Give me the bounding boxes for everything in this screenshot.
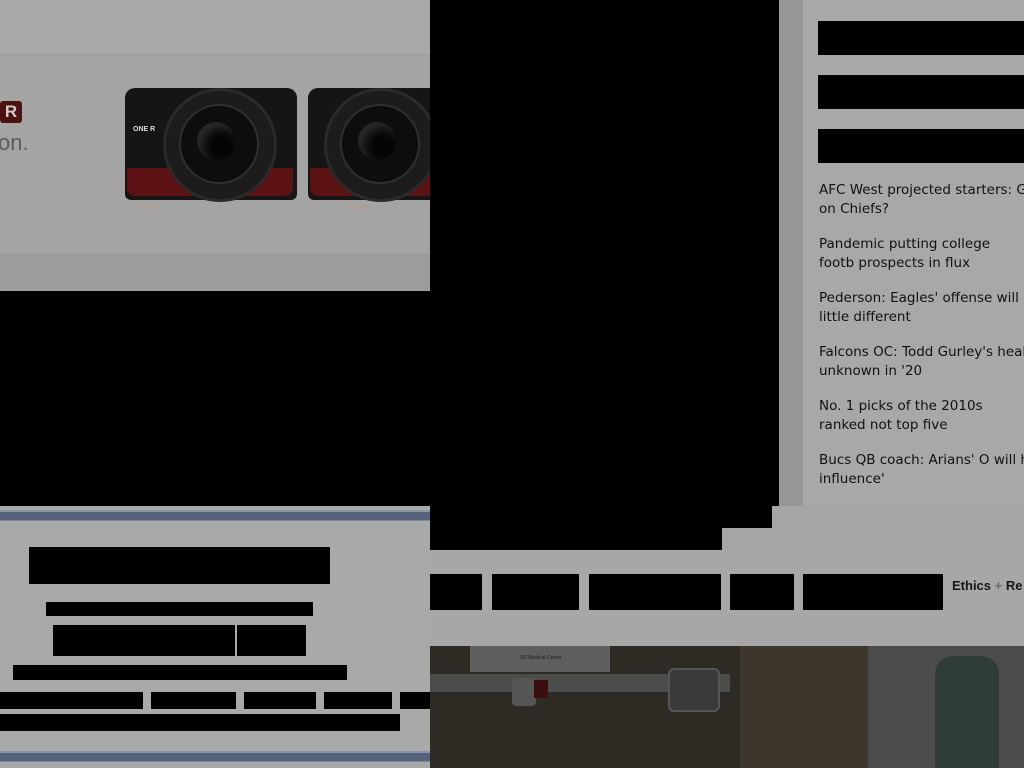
- nav-ethics-label: Ethics: [952, 578, 992, 593]
- headline-link[interactable]: No. 1 picks of the 2010s ranked not top …: [819, 397, 1024, 435]
- redacted-link[interactable]: [0, 692, 143, 709]
- redacted-headline[interactable]: [818, 129, 1024, 163]
- redacted-text: [0, 714, 400, 731]
- panel-border-bottom: [0, 751, 430, 762]
- column-gutter: [779, 0, 803, 506]
- redacted-text: [13, 665, 347, 680]
- redacted-title: [29, 547, 330, 584]
- redacted-text: [46, 602, 313, 616]
- headline-link[interactable]: AFC West projected starters: G on Chiefs…: [819, 181, 1024, 219]
- photo-device: [512, 678, 536, 706]
- camera-image-1: ONE R Insta360: [125, 64, 300, 224]
- camera-image-2: Insta360: [308, 64, 430, 224]
- nav-next-label: Re: [1005, 578, 1023, 593]
- photo-board: [935, 656, 999, 768]
- headline-link[interactable]: Pandemic putting college footb prospects…: [819, 235, 1024, 273]
- camera-ad[interactable]: R on. ONE R Insta360 Insta360: [0, 0, 430, 291]
- ad-brand-logo: R: [0, 101, 22, 123]
- camera-brand-label-2: Insta360: [344, 204, 371, 211]
- photo-device-red: [534, 680, 548, 698]
- panel-border-top: [0, 510, 430, 521]
- redacted-region: [430, 506, 772, 528]
- photo-monitor: [668, 668, 720, 712]
- nav-item[interactable]: [730, 574, 794, 610]
- ad-bottom-strip: [0, 255, 430, 291]
- redacted-link[interactable]: [244, 692, 316, 709]
- redacted-region: [430, 528, 722, 550]
- headline-link[interactable]: Pederson: Eagles' offense will little di…: [819, 289, 1024, 327]
- redacted-headline[interactable]: [818, 75, 1024, 109]
- photo-sign-text: SR Medical Center: [520, 655, 562, 661]
- ad-top-strip: [0, 0, 430, 55]
- redacted-link[interactable]: [324, 692, 392, 709]
- nav-item[interactable]: [430, 574, 482, 610]
- redacted-region: [430, 0, 779, 506]
- redacted-link[interactable]: [151, 692, 236, 709]
- redacted-headline[interactable]: [818, 21, 1024, 55]
- camera-model-label: ONE R: [133, 126, 156, 133]
- redacted-button[interactable]: [237, 625, 306, 656]
- photo-sign: SR Medical Center: [470, 646, 610, 672]
- headline-link[interactable]: Bucs QB coach: Arians' O will h influenc…: [819, 451, 1024, 489]
- nav-separator: +: [994, 578, 1003, 593]
- nav-item[interactable]: [492, 574, 579, 610]
- camera-brand-label: Insta360: [131, 204, 158, 211]
- ad-tagline: on.: [0, 130, 29, 155]
- redacted-link[interactable]: [400, 692, 430, 709]
- redacted-button[interactable]: [53, 625, 235, 656]
- nav-item[interactable]: [589, 574, 721, 610]
- article-photo[interactable]: SR Medical Center: [430, 646, 1024, 768]
- redacted-region: [0, 291, 430, 506]
- headline-link[interactable]: Falcons OC: Todd Gurley's heal unknown i…: [819, 343, 1024, 381]
- nav-item[interactable]: [803, 574, 943, 610]
- nav-item-ethics[interactable]: Ethics + Re: [952, 578, 1022, 593]
- photo-door: [740, 646, 868, 768]
